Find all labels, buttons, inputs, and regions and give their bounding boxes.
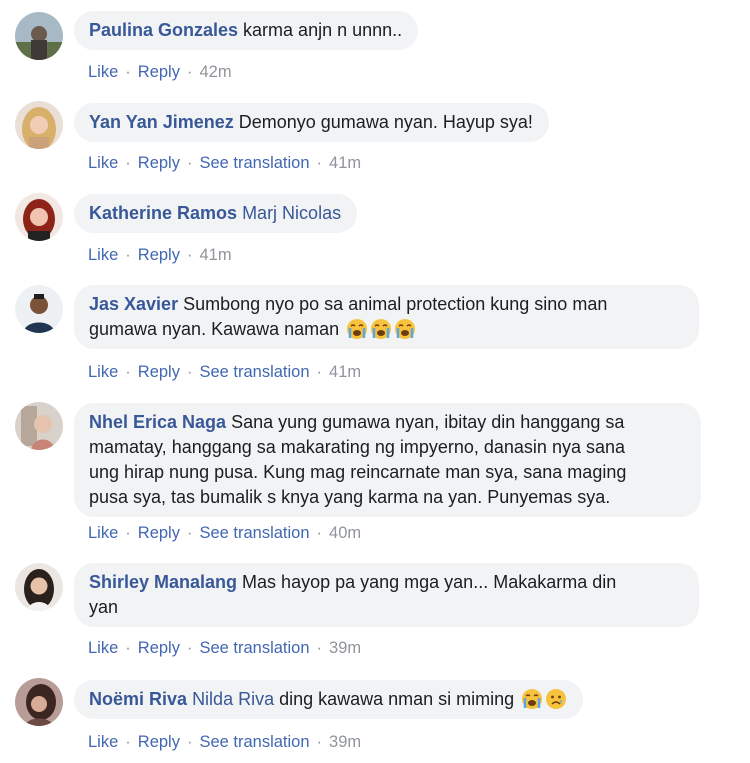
- like-button[interactable]: Like: [88, 639, 118, 657]
- comment-actions: Like · Reply · See translation · 41m: [88, 363, 362, 381]
- comment-bubble: Shirley Manalang Mas hayop pa yang mga y…: [74, 563, 699, 627]
- crying-face-icon: [346, 318, 368, 340]
- comment-actions: Like · Reply · 41m: [88, 246, 232, 264]
- comment-text: Demonyo gumawa nyan. Hayup sya!: [233, 112, 533, 132]
- comment-timestamp[interactable]: 41m: [329, 363, 361, 381]
- comment-timestamp[interactable]: 42m: [199, 63, 231, 81]
- crying-face-icon: [521, 688, 543, 710]
- see-translation-link[interactable]: See translation: [199, 733, 309, 751]
- see-translation-link[interactable]: See translation: [199, 524, 309, 542]
- comment-timestamp[interactable]: 41m: [329, 154, 361, 172]
- comment-actions: Like · Reply · See translation · 41m: [88, 154, 362, 172]
- avatar[interactable]: [15, 678, 63, 726]
- like-button[interactable]: Like: [88, 246, 118, 264]
- comment-text: ding kawawa nman si miming: [274, 689, 515, 709]
- like-button[interactable]: Like: [88, 63, 118, 81]
- comment-text: yan: [89, 597, 119, 617]
- comment-actions: Like · Reply · See translation · 40m: [88, 524, 362, 542]
- comment-bubble: Noëmi Riva Nilda Riva ding kawawa nman s…: [74, 680, 584, 719]
- like-button[interactable]: Like: [88, 154, 118, 172]
- reply-button[interactable]: Reply: [138, 63, 180, 81]
- avatar[interactable]: [15, 285, 63, 333]
- comment-text: Sumbong nyo po sa animal protection kung…: [178, 294, 608, 314]
- comment-author[interactable]: Shirley Manalang: [89, 572, 237, 592]
- reply-button[interactable]: Reply: [138, 524, 180, 542]
- avatar[interactable]: [15, 101, 63, 149]
- sad-face-icon: [545, 688, 567, 710]
- avatar[interactable]: [15, 563, 63, 611]
- comment-author[interactable]: Paulina Gonzales: [89, 20, 238, 40]
- comment-author[interactable]: Katherine Ramos: [89, 203, 237, 223]
- see-translation-link[interactable]: See translation: [199, 639, 309, 657]
- comment-author[interactable]: Yan Yan Jimenez: [89, 112, 234, 132]
- comment-text: karma anjn n unnn..: [238, 20, 403, 40]
- comment-bubble: Katherine Ramos Marj Nicolas: [74, 194, 358, 233]
- see-translation-link[interactable]: See translation: [199, 363, 309, 381]
- avatar[interactable]: [15, 402, 63, 450]
- crying-face-icon: [394, 318, 416, 340]
- comment-text: gumawa nyan. Kawawa naman: [89, 319, 340, 339]
- mention-link[interactable]: Nilda Riva: [192, 689, 274, 709]
- comment-actions: Like · Reply · See translation · 39m: [88, 639, 362, 657]
- comment-text: mamatay, hanggang sa makarating ng impye…: [89, 437, 625, 457]
- comment-text: Mas hayop pa yang mga yan... Makakarma d…: [237, 572, 617, 592]
- comment-author[interactable]: Noëmi Riva: [89, 689, 187, 709]
- comment-actions: Like · Reply · See translation · 39m: [88, 733, 362, 751]
- like-button[interactable]: Like: [88, 363, 118, 381]
- comment-bubble: Paulina Gonzales karma anjn n unnn..: [74, 11, 419, 50]
- crying-face-icon: [370, 318, 392, 340]
- comment-timestamp[interactable]: 40m: [329, 524, 361, 542]
- avatar[interactable]: [15, 12, 63, 60]
- comment-timestamp[interactable]: 39m: [329, 733, 361, 751]
- like-button[interactable]: Like: [88, 733, 118, 751]
- comment-text: pusa sya, tas bumalik s knya yang karma …: [89, 487, 611, 507]
- comment-bubble: Nhel Erica Naga Sana yung gumawa nyan, i…: [74, 403, 701, 517]
- like-button[interactable]: Like: [88, 524, 118, 542]
- comment-text: Sana yung gumawa nyan, ibitay din hangga…: [226, 412, 625, 432]
- comment-actions: Like · Reply · 42m: [88, 63, 232, 81]
- comment-text: ung hirap nung pusa. Kung mag reincarnat…: [89, 462, 627, 482]
- reply-button[interactable]: Reply: [138, 154, 180, 172]
- mention-link[interactable]: Marj Nicolas: [242, 203, 341, 223]
- reply-button[interactable]: Reply: [138, 246, 180, 264]
- comment-timestamp[interactable]: 41m: [199, 246, 231, 264]
- reply-button[interactable]: Reply: [138, 363, 180, 381]
- comment-timestamp[interactable]: 39m: [329, 639, 361, 657]
- comment-bubble: Yan Yan Jimenez Demonyo gumawa nyan. Hay…: [74, 103, 549, 142]
- see-translation-link[interactable]: See translation: [199, 154, 309, 172]
- reply-button[interactable]: Reply: [138, 733, 180, 751]
- reply-button[interactable]: Reply: [138, 639, 180, 657]
- comment-bubble: Jas Xavier Sumbong nyo po sa animal prot…: [74, 285, 699, 349]
- comment-author[interactable]: Jas Xavier: [89, 294, 178, 314]
- avatar[interactable]: [15, 193, 63, 241]
- comment-author[interactable]: Nhel Erica Naga: [89, 412, 226, 432]
